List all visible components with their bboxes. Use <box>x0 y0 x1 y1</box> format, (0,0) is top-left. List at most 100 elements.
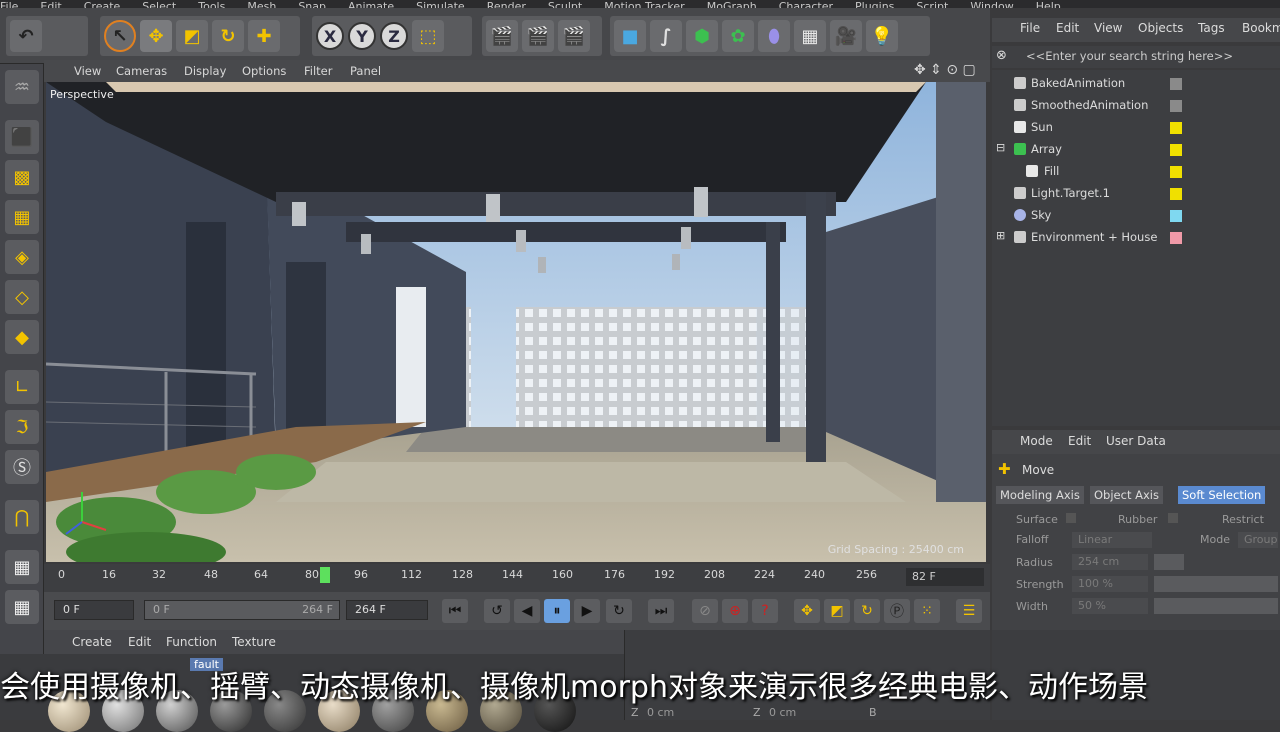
solo-mode-icon[interactable]: Ⓢ <box>5 450 39 484</box>
object-row-smoothedanimation[interactable]: SmoothedAnimation <box>992 94 1280 116</box>
perspective-viewport[interactable]: Perspective Grid Spacing : 25400 cm <box>46 82 986 562</box>
y-position-value[interactable]: 0 cm <box>769 706 796 719</box>
om-menu-view[interactable]: View <box>1094 21 1122 35</box>
object-row-fill[interactable]: Fill <box>992 160 1280 182</box>
om-menu-bookmarks[interactable]: Bookm <box>1242 21 1280 35</box>
tab-soft-selection[interactable]: Soft Selection <box>1178 486 1266 504</box>
om-menu-edit[interactable]: Edit <box>1056 21 1079 35</box>
object-row-array[interactable]: ⊟ Array <box>992 138 1280 160</box>
timeline-window-icon[interactable]: ☰ <box>956 599 982 623</box>
start-frame-field[interactable]: 0 F <box>54 600 134 620</box>
rotate-tool-icon[interactable]: ↻ <box>212 20 244 52</box>
rubber-checkbox[interactable] <box>1168 513 1178 523</box>
viewport-nav-icons[interactable]: ✥ ⇕ ⊙ ▢ <box>914 62 976 78</box>
pause-icon[interactable]: ⏸ <box>544 599 570 623</box>
light-icon[interactable]: 💡 <box>866 20 898 52</box>
am-menu-user-data[interactable]: User Data <box>1106 434 1166 448</box>
next-frame-icon[interactable]: ▶ <box>574 599 600 623</box>
preview-range-slider[interactable]: 0 F 264 F <box>144 600 340 620</box>
record-active-objects-icon[interactable]: ⊘ <box>692 599 718 623</box>
am-menu-mode[interactable]: Mode <box>1020 434 1053 448</box>
mat-menu-create[interactable]: Create <box>72 635 112 649</box>
scale-tool-icon[interactable]: ◩ <box>176 20 208 52</box>
render-view-icon[interactable]: 🎬 <box>486 20 518 52</box>
previous-key-icon[interactable]: ↺ <box>484 599 510 623</box>
mat-menu-function[interactable]: Function <box>166 635 217 649</box>
object-row-sky[interactable]: Sky <box>992 204 1280 226</box>
am-menu-edit[interactable]: Edit <box>1068 434 1091 448</box>
vp-menu-display[interactable]: Display <box>184 64 226 78</box>
undo-icon[interactable]: ↶ <box>10 20 42 52</box>
object-row-light-target[interactable]: Light.Target.1 <box>992 182 1280 204</box>
collapse-icon[interactable]: ⊟ <box>996 141 1005 154</box>
current-frame-field[interactable]: 82 F <box>906 568 984 586</box>
keyframe-selection-icon[interactable]: ? <box>752 599 778 623</box>
radius-slider[interactable] <box>1154 554 1184 570</box>
om-menu-file[interactable]: File <box>1020 21 1040 35</box>
vp-menu-view[interactable]: View <box>74 64 101 78</box>
go-to-end-icon[interactable]: ⏭ <box>648 599 674 623</box>
workplane-mode-icon[interactable]: ▦ <box>5 200 39 234</box>
tweak-mode-icon[interactable]: ℑ <box>5 410 39 444</box>
subdivision-surface-icon[interactable]: ⬢ <box>686 20 718 52</box>
edges-mode-icon[interactable]: ◇ <box>5 280 39 314</box>
spline-pen-icon[interactable]: ∫ <box>650 20 682 52</box>
z-axis-lock-button[interactable]: Z <box>380 22 408 50</box>
mode-dropdown[interactable]: Group <box>1238 532 1278 548</box>
cube-object-icon[interactable]: ■ <box>614 20 646 52</box>
strength-slider[interactable] <box>1154 576 1278 592</box>
vp-menu-filter[interactable]: Filter <box>304 64 332 78</box>
render-picture-viewer-icon[interactable]: 🎬 <box>522 20 554 52</box>
live-selection-icon[interactable]: ↖ <box>104 20 136 52</box>
recent-tool-icon[interactable]: ✚ <box>248 20 280 52</box>
mat-menu-texture[interactable]: Texture <box>232 635 276 649</box>
deformer-icon[interactable]: ⬮ <box>758 20 790 52</box>
x-axis-lock-button[interactable]: X <box>316 22 344 50</box>
surface-checkbox[interactable] <box>1066 513 1076 523</box>
object-row-environment-house[interactable]: ⊞ Environment + House <box>992 226 1280 248</box>
points-mode-icon[interactable]: ◈ <box>5 240 39 274</box>
previous-frame-icon[interactable]: ◀ <box>514 599 540 623</box>
model-mode-icon[interactable]: ⬛ <box>5 120 39 154</box>
tab-object-axis[interactable]: Object Axis <box>1090 486 1163 504</box>
width-slider[interactable] <box>1154 598 1278 614</box>
object-row-sun[interactable]: Sun <box>992 116 1280 138</box>
parameter-key-icon[interactable]: Ⓟ <box>884 599 910 623</box>
width-field[interactable]: 50 % <box>1072 598 1148 614</box>
point-level-key-icon[interactable]: ⁙ <box>914 599 940 623</box>
expand-icon[interactable]: ⊞ <box>996 229 1005 242</box>
lock-workplane-icon[interactable]: ▦ <box>5 550 39 584</box>
timeline-playhead[interactable] <box>319 567 330 583</box>
z-position-value[interactable]: 0 cm <box>647 706 674 719</box>
menu-help[interactable]: Help <box>1036 1 1061 8</box>
tab-modeling-axis[interactable]: Modeling Axis <box>996 486 1084 504</box>
vp-menu-cameras[interactable]: Cameras <box>116 64 167 78</box>
clear-search-icon[interactable]: ⊗ <box>996 48 1007 63</box>
camera-icon[interactable]: 🎥 <box>830 20 862 52</box>
vp-menu-options[interactable]: Options <box>242 64 286 78</box>
vp-menu-panel[interactable]: Panel <box>350 64 381 78</box>
snapping-icon[interactable]: ⋂ <box>5 500 39 534</box>
texture-mode-icon[interactable]: ▩ <box>5 160 39 194</box>
om-menu-objects[interactable]: Objects <box>1138 21 1183 35</box>
om-menu-tags[interactable]: Tags <box>1198 21 1225 35</box>
next-key-icon[interactable]: ↻ <box>606 599 632 623</box>
floor-icon[interactable]: ▦ <box>794 20 826 52</box>
coordinate-system-icon[interactable]: ⬚ <box>412 20 444 52</box>
timeline-ruler[interactable]: 0 16 32 48 64 80 96 112 128 144 160 176 … <box>44 564 990 592</box>
planar-workplane-icon[interactable]: ▦ <box>5 590 39 624</box>
go-to-start-icon[interactable]: ⏮ <box>442 599 468 623</box>
make-editable-icon[interactable]: ♒ <box>5 70 39 104</box>
strength-field[interactable]: 100 % <box>1072 576 1148 592</box>
cloner-icon[interactable]: ✿ <box>722 20 754 52</box>
polygons-mode-icon[interactable]: ◆ <box>5 320 39 354</box>
move-tool-icon[interactable]: ✥ <box>140 20 172 52</box>
position-key-icon[interactable]: ✥ <box>794 599 820 623</box>
rotation-key-icon[interactable]: ↻ <box>854 599 880 623</box>
autokeying-icon[interactable]: ⊕ <box>722 599 748 623</box>
object-row-bakedanimation[interactable]: BakedAnimation <box>992 72 1280 94</box>
radius-field[interactable]: 254 cm <box>1072 554 1148 570</box>
y-axis-lock-button[interactable]: Y <box>348 22 376 50</box>
mat-menu-edit[interactable]: Edit <box>128 635 151 649</box>
enable-axis-icon[interactable]: ∟ <box>5 370 39 404</box>
